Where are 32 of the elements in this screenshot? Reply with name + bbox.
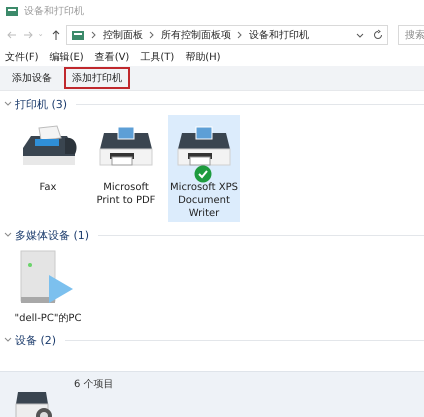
- chevron-icon[interactable]: [4, 100, 12, 108]
- group-header[interactable]: 打印机 (3): [15, 96, 68, 112]
- breadcrumb[interactable]: 所有控制面板项: [161, 28, 231, 42]
- item-count: 6 个项目: [74, 378, 114, 392]
- device-tile[interactable]: "dell-PC"的PC: [12, 246, 84, 327]
- group-header[interactable]: 多媒体设备 (1): [15, 228, 90, 242]
- back-arrow-icon[interactable]: [6, 29, 18, 41]
- menu-item[interactable]: 工具(T): [140, 50, 174, 64]
- chevron-icon: [237, 31, 243, 39]
- window-title: 设备和打印机: [24, 4, 84, 18]
- menu-item[interactable]: 文件(F): [5, 50, 39, 64]
- device-tile[interactable]: Fax: [12, 115, 84, 222]
- toolbar-button[interactable]: 添加设备: [4, 67, 60, 89]
- chevron-icon: [149, 31, 155, 39]
- device-tile[interactable]: Microsoft Print to PDF: [90, 115, 162, 222]
- up-arrow-icon[interactable]: [50, 29, 62, 41]
- device-tile[interactable]: Microsoft XPS Document Writer: [168, 115, 240, 222]
- menu-item[interactable]: 编辑(E): [50, 50, 84, 64]
- group-header[interactable]: 设备 (2): [15, 332, 56, 348]
- refresh-icon[interactable]: [372, 29, 384, 41]
- forward-arrow-icon[interactable]: [22, 29, 34, 41]
- control-panel-icon: [5, 5, 19, 17]
- chevron-icon: [91, 31, 97, 39]
- toolbar-button[interactable]: 添加打印机: [64, 67, 130, 89]
- chevron-icon[interactable]: [4, 336, 12, 344]
- address-bar[interactable]: 控制面板 所有控制面板项 设备和打印机: [66, 25, 388, 45]
- menu-item[interactable]: 查看(V): [94, 50, 130, 64]
- menu-item[interactable]: 帮助(H): [185, 50, 221, 64]
- chevron-icon[interactable]: [4, 231, 12, 239]
- control-panel-icon: [71, 29, 85, 41]
- breadcrumb[interactable]: 控制面板: [103, 28, 143, 42]
- breadcrumb[interactable]: 设备和打印机: [249, 28, 309, 42]
